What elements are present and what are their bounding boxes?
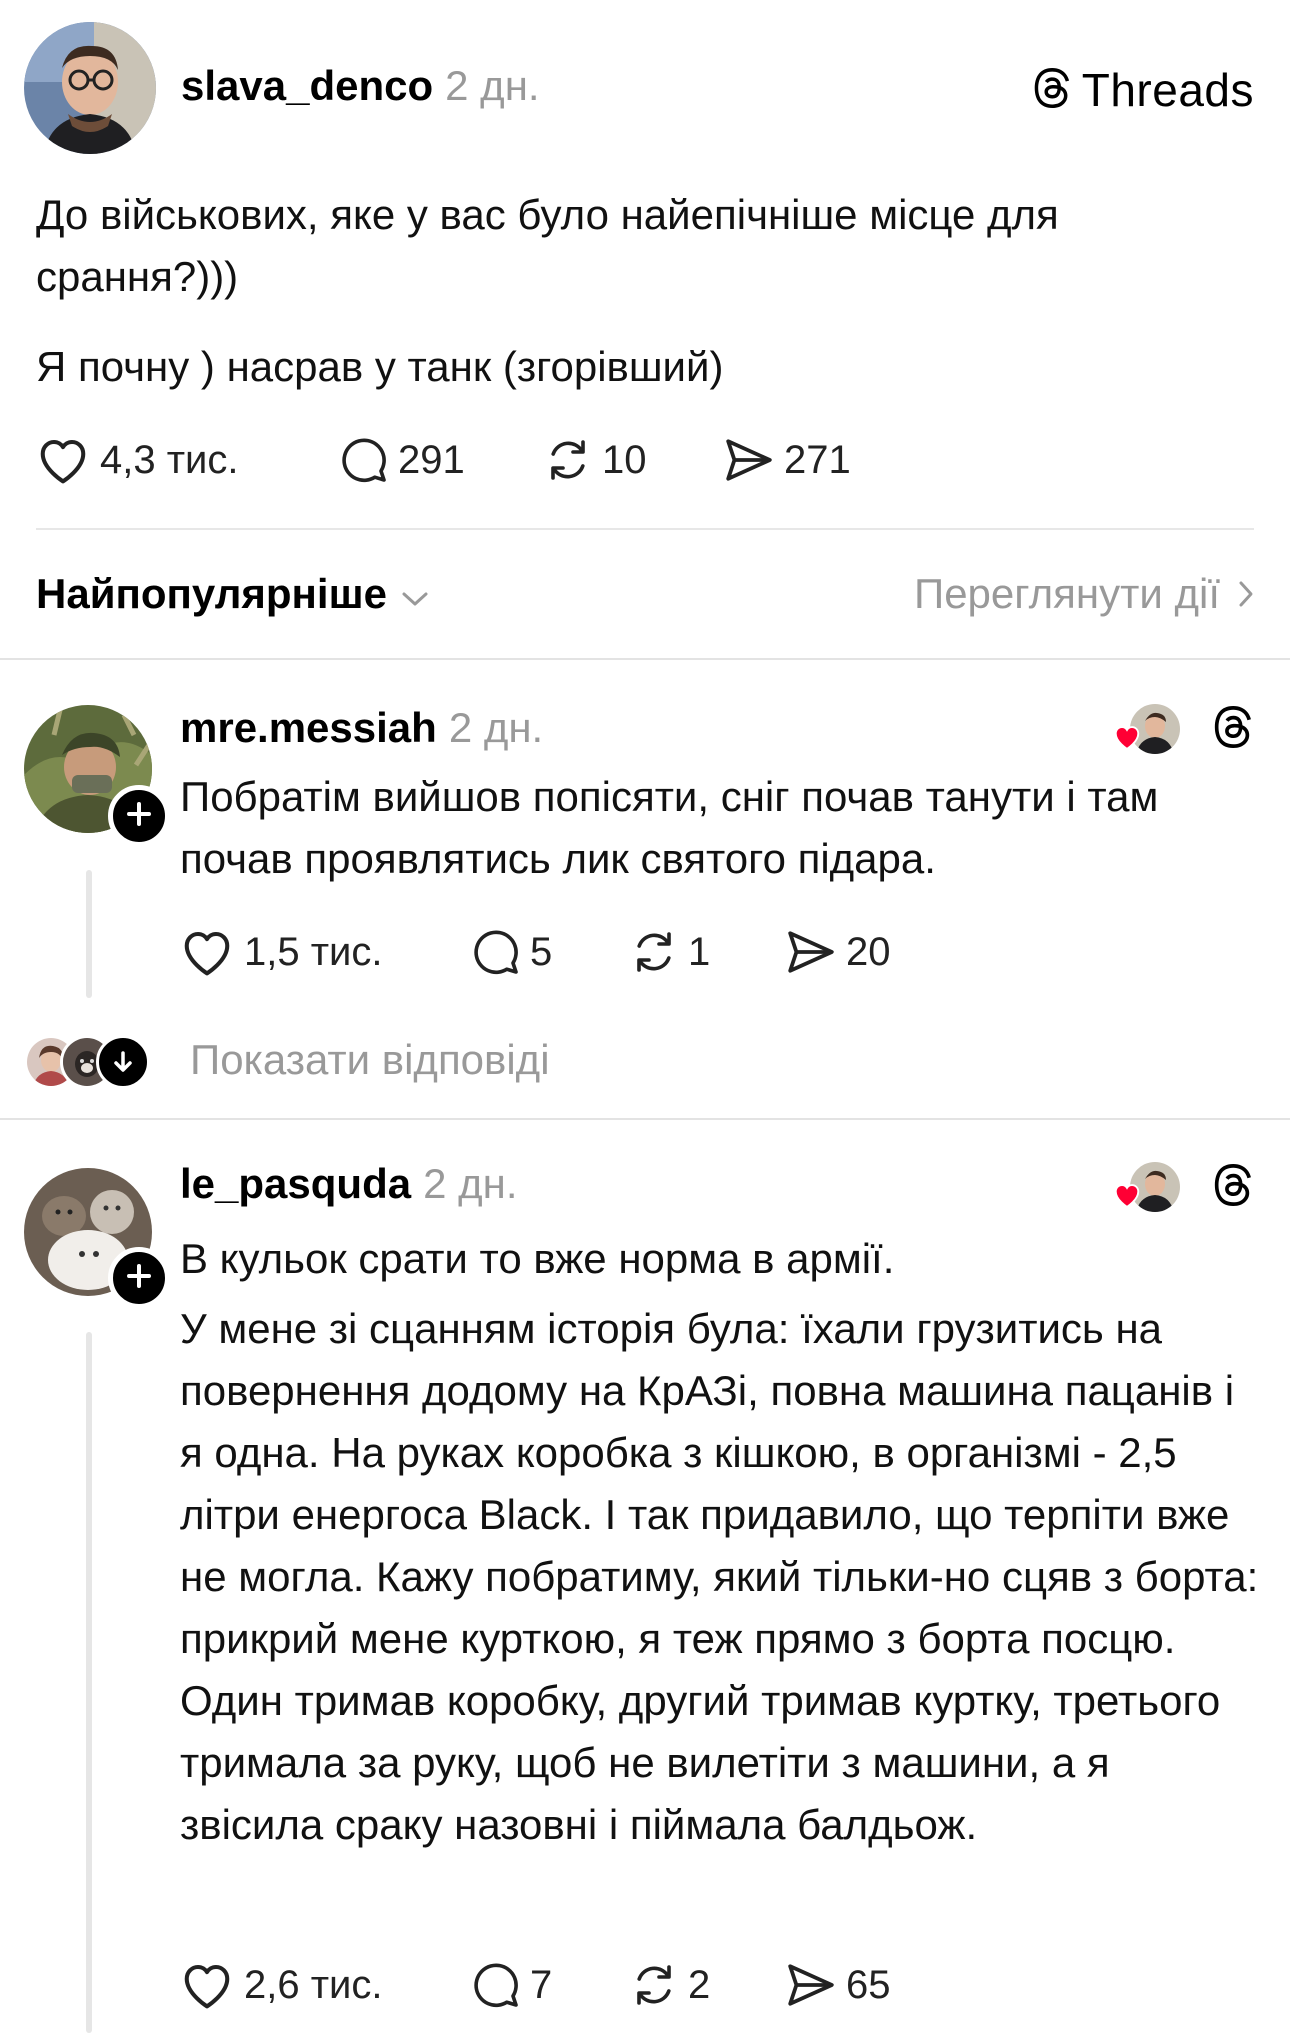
post-text-paragraph-2: Я почну ) насрав у танк (згорівший) (36, 343, 724, 390)
repost-icon (630, 928, 678, 976)
reply-actions: 1,5 тис. 5 1 20 (180, 922, 891, 982)
author-username-text[interactable]: slava_denco (181, 62, 433, 109)
reply-time: 2 дн. (423, 1160, 518, 1207)
divider (0, 658, 1290, 660)
repost-button[interactable]: 10 (544, 436, 724, 484)
view-activity-link[interactable]: Переглянути дії (914, 570, 1254, 618)
divider (0, 1118, 1290, 1120)
chevron-right-icon (1238, 570, 1254, 618)
share-count: 20 (846, 929, 891, 974)
replies-toolbar: Найпопулярніше Переглянути дії (36, 560, 1254, 630)
share-button[interactable]: 65 (786, 1962, 891, 2008)
reply-text-paragraph-1: В кульок срати то вже норма в армії. (180, 1235, 895, 1282)
comment-count: 5 (530, 929, 553, 974)
post-time: 2 дн. (445, 62, 540, 109)
red-heart-icon (1112, 723, 1142, 756)
divider (36, 528, 1254, 530)
like-button[interactable]: 1,5 тис. (180, 927, 472, 977)
arrow-down-icon (96, 1035, 150, 1089)
repost-icon (544, 436, 592, 484)
liked-by-author (1112, 1160, 1182, 1214)
chevron-down-icon (401, 570, 429, 618)
reply-text: Побратім вийшов попісяти, сніг почав тан… (180, 773, 1159, 882)
repost-button[interactable]: 1 (630, 928, 786, 976)
threads-logo-icon[interactable] (1212, 1161, 1254, 1214)
reply-meta-icons (1112, 702, 1254, 756)
heart-outline-icon (180, 1960, 234, 2010)
follow-button[interactable] (108, 785, 170, 847)
reply-username[interactable]: mre.messiah 2 дн. (180, 704, 543, 752)
sort-label: Найпопулярніше (36, 570, 387, 617)
threads-brand-label: Threads (1081, 64, 1254, 116)
repost-count: 1 (688, 929, 711, 974)
reply-username-text[interactable]: mre.messiah (180, 704, 437, 751)
threads-brand: Threads (1032, 58, 1254, 122)
view-activity-label: Переглянути дії (914, 570, 1220, 617)
comment-bubble-icon (472, 928, 520, 976)
post-header: slava_denco 2 дн. Threads (24, 22, 1254, 156)
plus-icon (126, 801, 152, 832)
thread-line (86, 870, 92, 998)
comment-bubble-icon (472, 1961, 520, 2009)
comment-button[interactable]: 5 (472, 928, 630, 976)
repost-count: 10 (602, 437, 647, 482)
post-text-paragraph-1: До військових, яке у вас було найепічніш… (36, 191, 1059, 300)
author-username[interactable]: slava_denco 2 дн. (181, 62, 540, 110)
reply-avatars-stack (24, 1033, 154, 1089)
reply-username[interactable]: le_pasquda 2 дн. (180, 1160, 518, 1208)
like-button[interactable]: 4,3 тис. (36, 435, 340, 485)
send-icon (724, 437, 774, 483)
send-icon (786, 1962, 836, 2008)
reply-time: 2 дн. (448, 704, 544, 751)
reply-meta-icons (1112, 1160, 1254, 1214)
author-avatar[interactable] (24, 22, 156, 154)
like-count: 4,3 тис. (100, 437, 239, 482)
reply-actions: 2,6 тис. 7 2 65 (180, 1955, 891, 2015)
threads-logo-icon (1032, 65, 1072, 116)
share-button[interactable]: 271 (724, 437, 851, 483)
comment-count: 291 (398, 437, 465, 482)
send-icon (786, 929, 836, 975)
threads-logo-icon[interactable] (1212, 703, 1254, 756)
heart-outline-icon (180, 927, 234, 977)
repost-icon (630, 1961, 678, 2009)
comment-count: 7 (530, 1962, 553, 2007)
share-count: 271 (784, 437, 851, 482)
repost-button[interactable]: 2 (630, 1961, 786, 2009)
reply-username-text[interactable]: le_pasquda (180, 1160, 411, 1207)
thread-line (86, 1332, 92, 2033)
like-count: 2,6 тис. (244, 1962, 383, 2007)
follow-button[interactable] (108, 1247, 170, 1309)
post-actions: 4,3 тис. 291 10 271 (36, 430, 851, 490)
reply-text-paragraph-2: У мене зі сцанням історія була: їхали гр… (180, 1305, 1259, 1848)
liked-by-author (1112, 702, 1182, 756)
red-heart-icon (1112, 1181, 1142, 1214)
plus-icon (126, 1263, 152, 1294)
comment-bubble-icon (340, 436, 388, 484)
comment-button[interactable]: 291 (340, 436, 544, 484)
sort-dropdown[interactable]: Найпопулярніше (36, 570, 429, 618)
repost-count: 2 (688, 1962, 711, 2007)
share-button[interactable]: 20 (786, 929, 891, 975)
like-count: 1,5 тис. (244, 929, 383, 974)
heart-outline-icon (36, 435, 90, 485)
show-replies-button[interactable]: Показати відповіді (24, 1030, 550, 1090)
show-replies-label: Показати відповіді (190, 1036, 550, 1083)
like-button[interactable]: 2,6 тис. (180, 1960, 472, 2010)
share-count: 65 (846, 1962, 891, 2007)
comment-button[interactable]: 7 (472, 1961, 630, 2009)
threads-post-screen: slava_denco 2 дн. Threads До військових, … (0, 0, 1290, 2033)
